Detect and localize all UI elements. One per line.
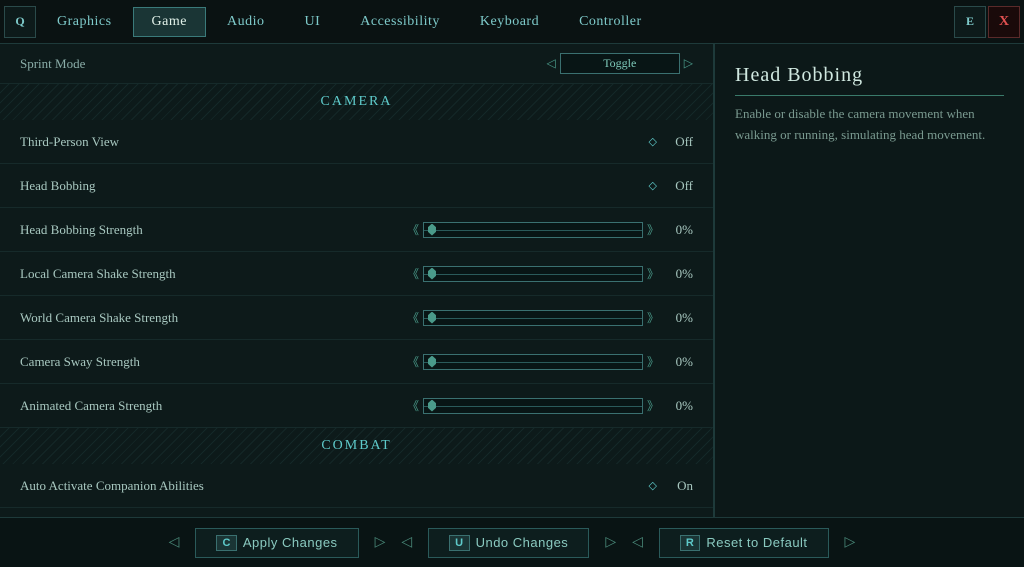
reset-default-button[interactable]: R Reset to Default	[659, 528, 829, 558]
slider-thumb-4	[428, 356, 436, 368]
nav-corner-right: E	[954, 6, 986, 38]
apply-changes-button[interactable]: C Apply Changes	[195, 528, 358, 558]
slider-track-5[interactable]	[423, 398, 643, 414]
info-description: Enable or disable the camera movement wh…	[735, 104, 1004, 146]
top-nav: Q Graphics Game Audio UI Accessibility K…	[0, 0, 1024, 44]
sprint-mode-label: Sprint Mode	[20, 56, 547, 72]
nav-corner-left: Q	[4, 6, 36, 38]
head-bobbing-strength-label: Head Bobbing Strength	[20, 222, 407, 238]
head-bobbing-strength-val: 0%	[663, 222, 693, 238]
diamond-icon-1: ◇	[649, 135, 657, 148]
animated-camera-slider[interactable]: 《 》 0%	[407, 397, 693, 414]
world-camera-shake-val: 0%	[663, 310, 693, 326]
info-panel: Head Bobbing Enable or disable the camer…	[714, 44, 1024, 517]
undo-bracket-left: ◁	[401, 534, 412, 551]
sprint-value: Toggle	[560, 53, 680, 74]
camera-sway-slider[interactable]: 《 》 0%	[407, 353, 693, 370]
tab-accessibility[interactable]: Accessibility	[341, 7, 459, 37]
settings-panel: Sprint Mode ◁ Toggle ▷ Camera Third-Pers…	[0, 44, 714, 517]
slider-arrow-right-5[interactable]: 》	[647, 397, 659, 414]
world-camera-shake-row: World Camera Shake Strength 《 》 0%	[0, 296, 713, 340]
slider-arrow-left-2[interactable]: 《	[407, 265, 419, 282]
tab-controller[interactable]: Controller	[560, 7, 661, 37]
tab-ui[interactable]: UI	[285, 7, 339, 37]
apply-key: C	[216, 535, 236, 551]
undo-changes-button[interactable]: U Undo Changes	[428, 528, 589, 558]
tab-audio[interactable]: Audio	[208, 7, 284, 37]
animated-camera-row: Animated Camera Strength 《 》 0%	[0, 384, 713, 428]
slider-arrow-left-3[interactable]: 《	[407, 309, 419, 326]
apply-label: Apply Changes	[243, 535, 338, 550]
slider-thumb-1	[428, 224, 436, 236]
slider-track-1[interactable]	[423, 222, 643, 238]
third-person-label: Third-Person View	[20, 134, 649, 150]
combat-section-header: Combat	[0, 428, 713, 464]
slider-thumb-5	[428, 400, 436, 412]
camera-section-header: Camera	[0, 84, 713, 120]
sprint-mode-row: Sprint Mode ◁ Toggle ▷	[0, 44, 713, 84]
head-bobbing-row[interactable]: Head Bobbing ◇ Off	[0, 164, 713, 208]
auto-activate-label: Auto Activate Companion Abilities	[20, 478, 649, 494]
apply-bracket-left: ◁	[169, 534, 180, 551]
tab-keyboard[interactable]: Keyboard	[461, 7, 558, 37]
head-bobbing-value: ◇ Off	[649, 178, 693, 194]
slider-track-3[interactable]	[423, 310, 643, 326]
diamond-icon-2: ◇	[649, 179, 657, 192]
diamond-icon-3: ◇	[649, 479, 657, 492]
slider-arrow-left-4[interactable]: 《	[407, 353, 419, 370]
undo-bracket-right: ▷	[605, 534, 616, 551]
world-camera-shake-slider[interactable]: 《 》 0%	[407, 309, 693, 326]
auto-activate-text: On	[663, 478, 693, 494]
sprint-toggle-control[interactable]: ◁ Toggle ▷	[547, 53, 693, 74]
third-person-value: ◇ Off	[649, 134, 693, 150]
camera-sway-row: Camera Sway Strength 《 》 0%	[0, 340, 713, 384]
local-camera-shake-val: 0%	[663, 266, 693, 282]
apply-bracket-right: ▷	[375, 534, 386, 551]
third-person-view-row[interactable]: Third-Person View ◇ Off	[0, 120, 713, 164]
slider-arrow-right-2[interactable]: 》	[647, 265, 659, 282]
head-bobbing-strength-slider[interactable]: 《 》 0%	[407, 221, 693, 238]
bottom-bar: ◁ C Apply Changes ▷ ◁ U Undo Changes ▷ ◁…	[0, 517, 1024, 567]
close-button[interactable]: X	[988, 6, 1020, 38]
auto-activate-value: ◇ On	[649, 478, 693, 494]
head-bobbing-text: Off	[663, 178, 693, 194]
slider-arrow-left-5[interactable]: 《	[407, 397, 419, 414]
reset-bracket-left: ◁	[632, 534, 643, 551]
sprint-arrow-right[interactable]: ▷	[684, 56, 693, 71]
slider-arrow-right-3[interactable]: 》	[647, 309, 659, 326]
slider-arrow-right-4[interactable]: 》	[647, 353, 659, 370]
slider-track-2[interactable]	[423, 266, 643, 282]
slider-thumb-2	[428, 268, 436, 280]
local-camera-shake-slider[interactable]: 《 》 0%	[407, 265, 693, 282]
slider-track-4[interactable]	[423, 354, 643, 370]
head-bobbing-strength-row: Head Bobbing Strength 《 》 0%	[0, 208, 713, 252]
undo-label: Undo Changes	[476, 535, 569, 550]
reset-label: Reset to Default	[706, 535, 807, 550]
camera-section-title: Camera	[301, 92, 413, 112]
main-layout: Sprint Mode ◁ Toggle ▷ Camera Third-Pers…	[0, 44, 1024, 517]
head-bobbing-label: Head Bobbing	[20, 178, 649, 194]
combat-section-title: Combat	[301, 436, 411, 456]
world-camera-shake-label: World Camera Shake Strength	[20, 310, 407, 326]
camera-sway-val: 0%	[663, 354, 693, 370]
info-title: Head Bobbing	[735, 64, 1004, 96]
auto-activate-row[interactable]: Auto Activate Companion Abilities ◇ On	[0, 464, 713, 508]
local-camera-shake-label: Local Camera Shake Strength	[20, 266, 407, 282]
reset-bracket-right: ▷	[845, 534, 856, 551]
tab-graphics[interactable]: Graphics	[38, 7, 131, 37]
animated-camera-val: 0%	[663, 398, 693, 414]
animated-camera-label: Animated Camera Strength	[20, 398, 407, 414]
reset-key: R	[680, 535, 700, 551]
undo-key: U	[449, 535, 469, 551]
sprint-arrow-left[interactable]: ◁	[547, 56, 556, 71]
camera-sway-label: Camera Sway Strength	[20, 354, 407, 370]
slider-arrow-left-1[interactable]: 《	[407, 221, 419, 238]
slider-thumb-3	[428, 312, 436, 324]
slider-arrow-right-1[interactable]: 》	[647, 221, 659, 238]
local-camera-shake-row: Local Camera Shake Strength 《 》 0%	[0, 252, 713, 296]
third-person-text: Off	[663, 134, 693, 150]
tab-game[interactable]: Game	[133, 7, 206, 37]
